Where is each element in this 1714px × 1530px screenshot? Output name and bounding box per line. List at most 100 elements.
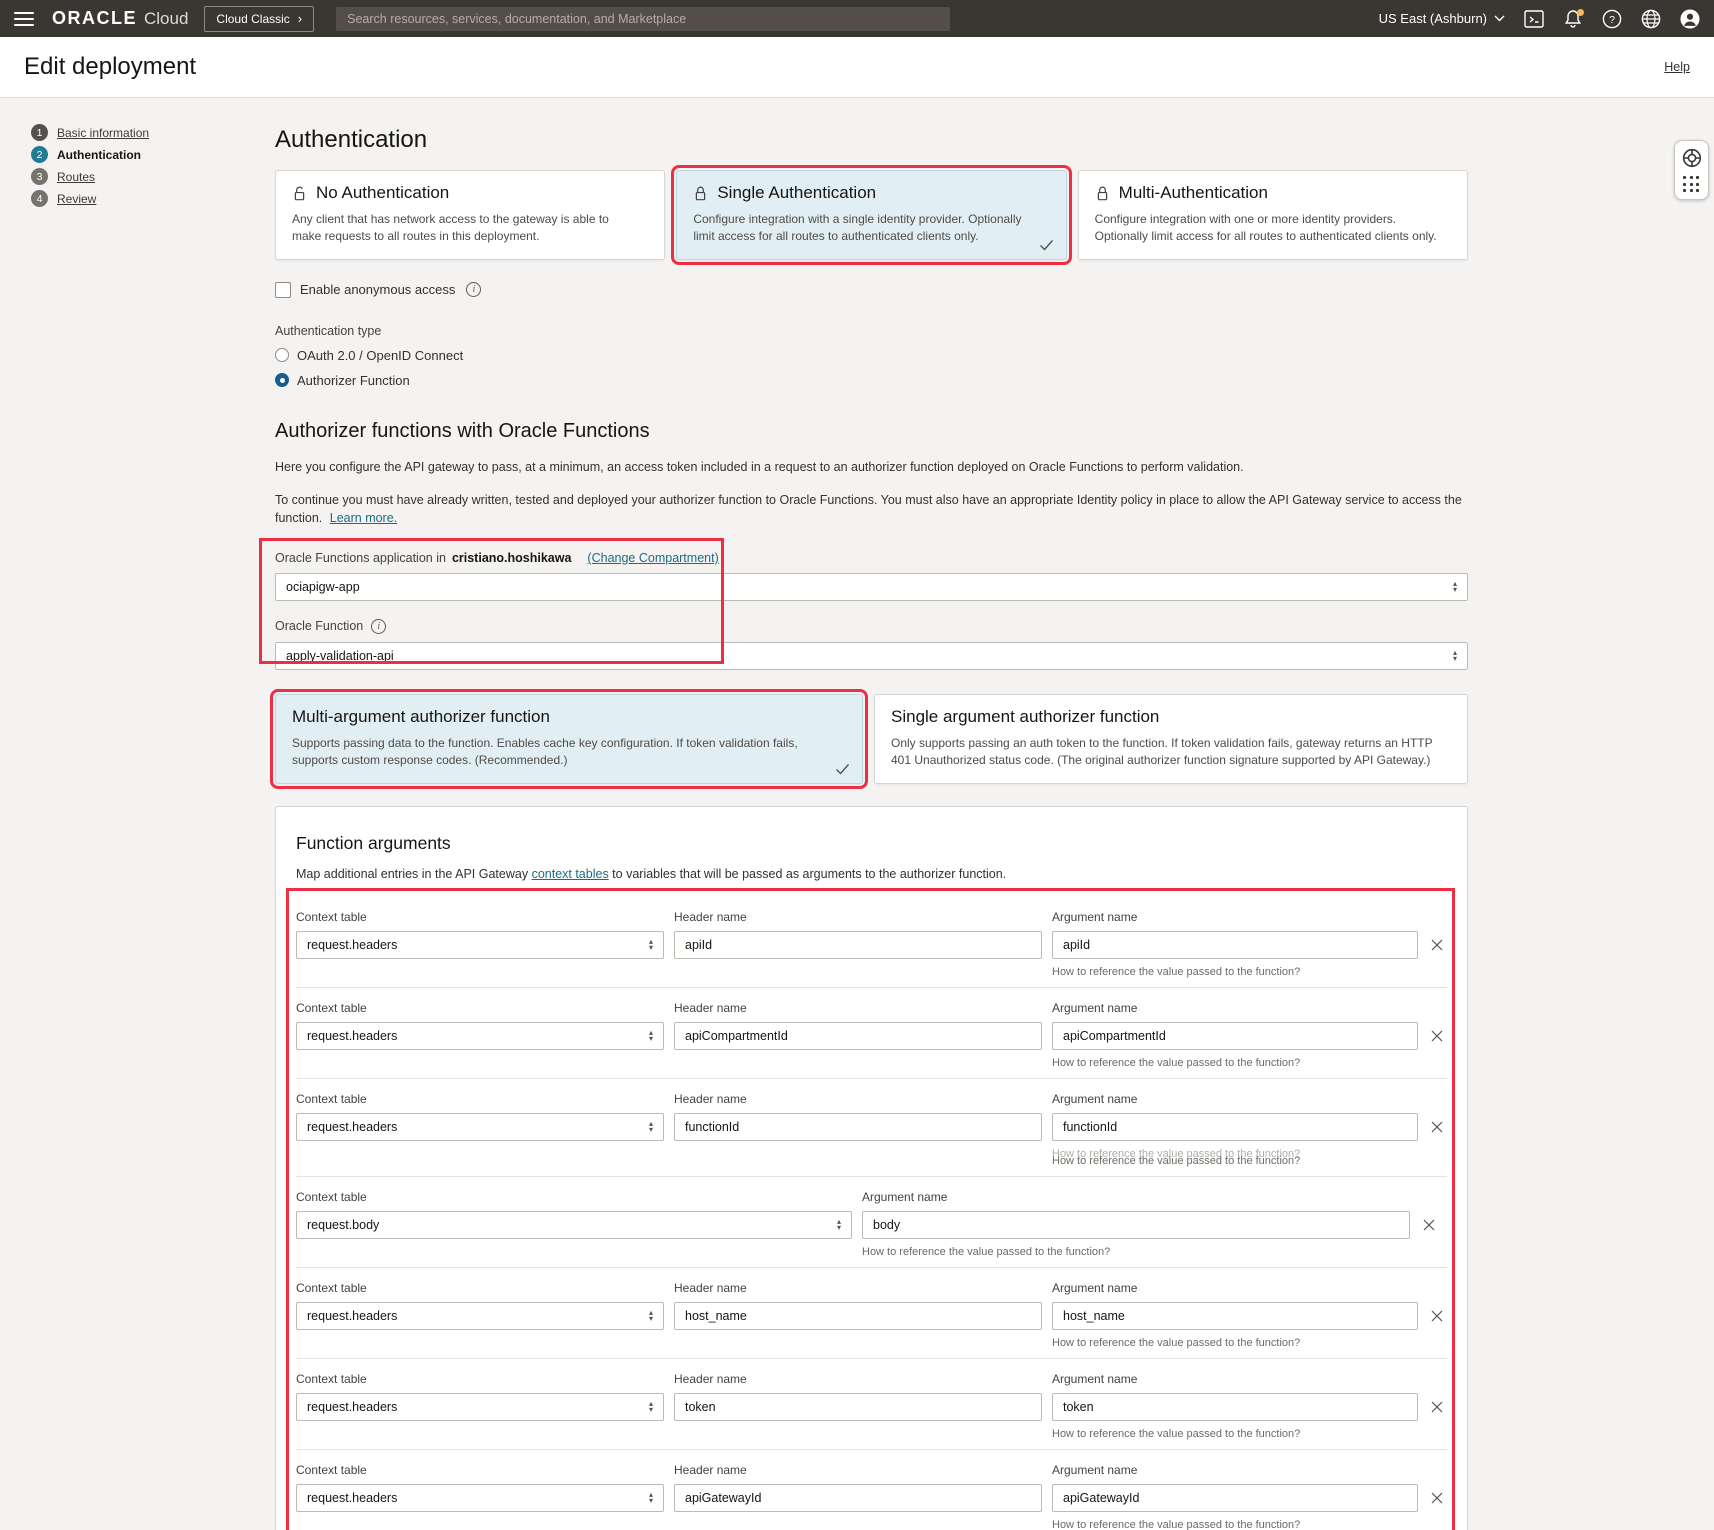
select-arrows-icon: ▴▾ — [649, 1030, 653, 1042]
no-authentication-card[interactable]: No Authentication Any client that has ne… — [275, 170, 665, 260]
authorizer-paragraph-1: Here you configure the API gateway to pa… — [275, 458, 1468, 476]
header-name-label: Header name — [674, 1372, 1042, 1386]
support-widget[interactable] — [1674, 140, 1709, 200]
notifications-bell-icon[interactable] — [1563, 9, 1583, 29]
svg-text:?: ? — [1609, 14, 1615, 26]
multi-authentication-card[interactable]: Multi-Authentication Configure integrati… — [1078, 170, 1468, 260]
oauth-radio[interactable] — [275, 348, 289, 362]
remove-argument-icon[interactable] — [1428, 936, 1446, 954]
argument-name-input[interactable] — [862, 1211, 1410, 1239]
reference-helper-link[interactable]: How to reference the value passed to the… — [1052, 1337, 1418, 1349]
header-name-input[interactable] — [674, 1393, 1042, 1421]
region-selector[interactable]: US East (Ashburn) — [1379, 11, 1505, 26]
argument-name-label: Argument name — [1052, 1281, 1418, 1295]
learn-more-link[interactable]: Learn more. — [330, 511, 397, 525]
header-name-label: Header name — [674, 910, 1042, 924]
header-name-input[interactable] — [674, 1113, 1042, 1141]
chevron-down-icon — [1494, 15, 1505, 22]
argument-name-input[interactable] — [1052, 1302, 1418, 1330]
remove-argument-icon[interactable] — [1420, 1216, 1438, 1234]
functions-application-select[interactable]: ociapigw-app ▴▾ — [275, 573, 1468, 601]
context-table-label: Context table — [296, 1463, 664, 1477]
life-preserver-icon[interactable] — [1682, 148, 1702, 168]
oracle-function-select[interactable]: apply-validation-api ▴▾ — [275, 642, 1468, 670]
language-globe-icon[interactable] — [1641, 9, 1661, 29]
step-number: 1 — [31, 124, 48, 141]
step-basic-information[interactable]: 1 Basic information — [31, 124, 275, 141]
context-table-select[interactable]: request.headers▴▾ — [296, 1393, 664, 1421]
header-name-input[interactable] — [674, 1302, 1042, 1330]
reference-helper-link[interactable]: How to reference the value passed to the… — [1052, 1428, 1418, 1440]
lock-closed-icon — [1095, 185, 1110, 202]
remove-argument-icon[interactable] — [1428, 1027, 1446, 1045]
authorizer-radio-row[interactable]: Authorizer Function — [275, 373, 1468, 388]
header-name-label: Header name — [674, 1092, 1042, 1106]
selected-checkmark-icon — [835, 763, 850, 775]
authorizer-radio-label: Authorizer Function — [297, 373, 410, 388]
remove-argument-icon[interactable] — [1428, 1489, 1446, 1507]
context-table-label: Context table — [296, 1372, 664, 1386]
argument-row: Context table request.headers▴▾ Header n… — [296, 1450, 1447, 1530]
argument-name-input[interactable] — [1052, 1113, 1418, 1141]
argument-name-input[interactable] — [1052, 1484, 1418, 1512]
reference-helper-link[interactable]: How to reference the value passed to the… — [862, 1246, 1410, 1258]
header-name-input[interactable] — [674, 1484, 1042, 1512]
oauth-radio-row[interactable]: OAuth 2.0 / OpenID Connect — [275, 348, 1468, 363]
authorizer-function-radio[interactable] — [275, 373, 289, 387]
context-tables-link[interactable]: context tables — [532, 867, 609, 881]
reference-helper-link[interactable]: How to reference the value passed to the… — [1052, 1519, 1418, 1530]
remove-argument-icon[interactable] — [1428, 1398, 1446, 1416]
lock-open-icon — [292, 185, 307, 202]
remove-argument-icon[interactable] — [1428, 1307, 1446, 1325]
argument-row: Context table request.headers▴▾ Header n… — [296, 1359, 1447, 1450]
step-label: Authentication — [57, 148, 141, 162]
single-argument-card[interactable]: Single argument authorizer function Only… — [874, 694, 1468, 784]
help-circle-icon[interactable]: ? — [1602, 9, 1622, 29]
page-header: Edit deployment Help — [0, 37, 1714, 98]
argument-name-input[interactable] — [1052, 1022, 1418, 1050]
reference-helper-link[interactable]: How to reference the value passed to the… — [1052, 1057, 1418, 1069]
single-authentication-card[interactable]: Single Authentication Configure integrat… — [676, 170, 1066, 260]
hamburger-menu-icon[interactable] — [14, 12, 34, 26]
step-review[interactable]: 4 Review — [31, 190, 275, 207]
context-table-select[interactable]: request.headers▴▾ — [296, 1302, 664, 1330]
argument-row: Context table request.headers▴▾ Header n… — [296, 1268, 1447, 1359]
context-value: request.headers — [307, 938, 649, 952]
step-authentication[interactable]: 2 Authentication — [31, 146, 275, 163]
header-name-input[interactable] — [674, 1022, 1042, 1050]
change-compartment-link[interactable]: (Change Compartment) — [587, 551, 718, 565]
oracle-cloud-logo[interactable]: ORACLE Cloud — [52, 8, 188, 29]
profile-avatar-icon[interactable] — [1680, 9, 1700, 29]
cloud-shell-icon[interactable] — [1524, 9, 1544, 29]
help-link[interactable]: Help — [1664, 60, 1690, 74]
info-icon[interactable]: i — [466, 282, 481, 297]
argument-name-input[interactable] — [1052, 1393, 1418, 1421]
step-routes[interactable]: 3 Routes — [31, 168, 275, 185]
context-table-select[interactable]: request.headers▴▾ — [296, 1113, 664, 1141]
step-label[interactable]: Basic information — [57, 126, 149, 140]
notification-dot — [1577, 9, 1584, 16]
select-arrows-icon: ▴▾ — [649, 1310, 653, 1322]
info-icon[interactable]: i — [371, 619, 386, 634]
enable-anonymous-access-checkbox[interactable] — [275, 282, 291, 298]
context-table-select[interactable]: request.headers▴▾ — [296, 1484, 664, 1512]
reference-helper-link[interactable]: How to reference the value passed to the… — [1052, 966, 1418, 978]
apps-grid-icon[interactable] — [1683, 176, 1700, 193]
authentication-type-label: Authentication type — [275, 324, 1468, 338]
card-title: Single Authentication — [717, 183, 876, 203]
step-label[interactable]: Review — [57, 192, 96, 206]
step-label[interactable]: Routes — [57, 170, 95, 184]
search-input[interactable] — [336, 7, 950, 31]
cloud-classic-button[interactable]: Cloud Classic › — [204, 6, 314, 32]
remove-argument-icon[interactable] — [1428, 1118, 1446, 1136]
context-table-select[interactable]: request.body▴▾ — [296, 1211, 852, 1239]
context-table-select[interactable]: request.headers▴▾ — [296, 1022, 664, 1050]
oracle-cloud-console: ORACLE Cloud Cloud Classic › US East (As… — [0, 0, 1714, 1530]
argument-name-input[interactable] — [1052, 931, 1418, 959]
header-name-input[interactable] — [674, 931, 1042, 959]
select-arrows-icon: ▴▾ — [649, 1401, 653, 1413]
multi-argument-card[interactable]: Multi-argument authorizer function Suppo… — [275, 694, 863, 784]
reference-helper-link: How to reference the value passed to the… — [1052, 1148, 1418, 1160]
argument-row: Context table request.headers▴▾ Header n… — [296, 1079, 1447, 1177]
context-table-select[interactable]: request.headers▴▾ — [296, 931, 664, 959]
